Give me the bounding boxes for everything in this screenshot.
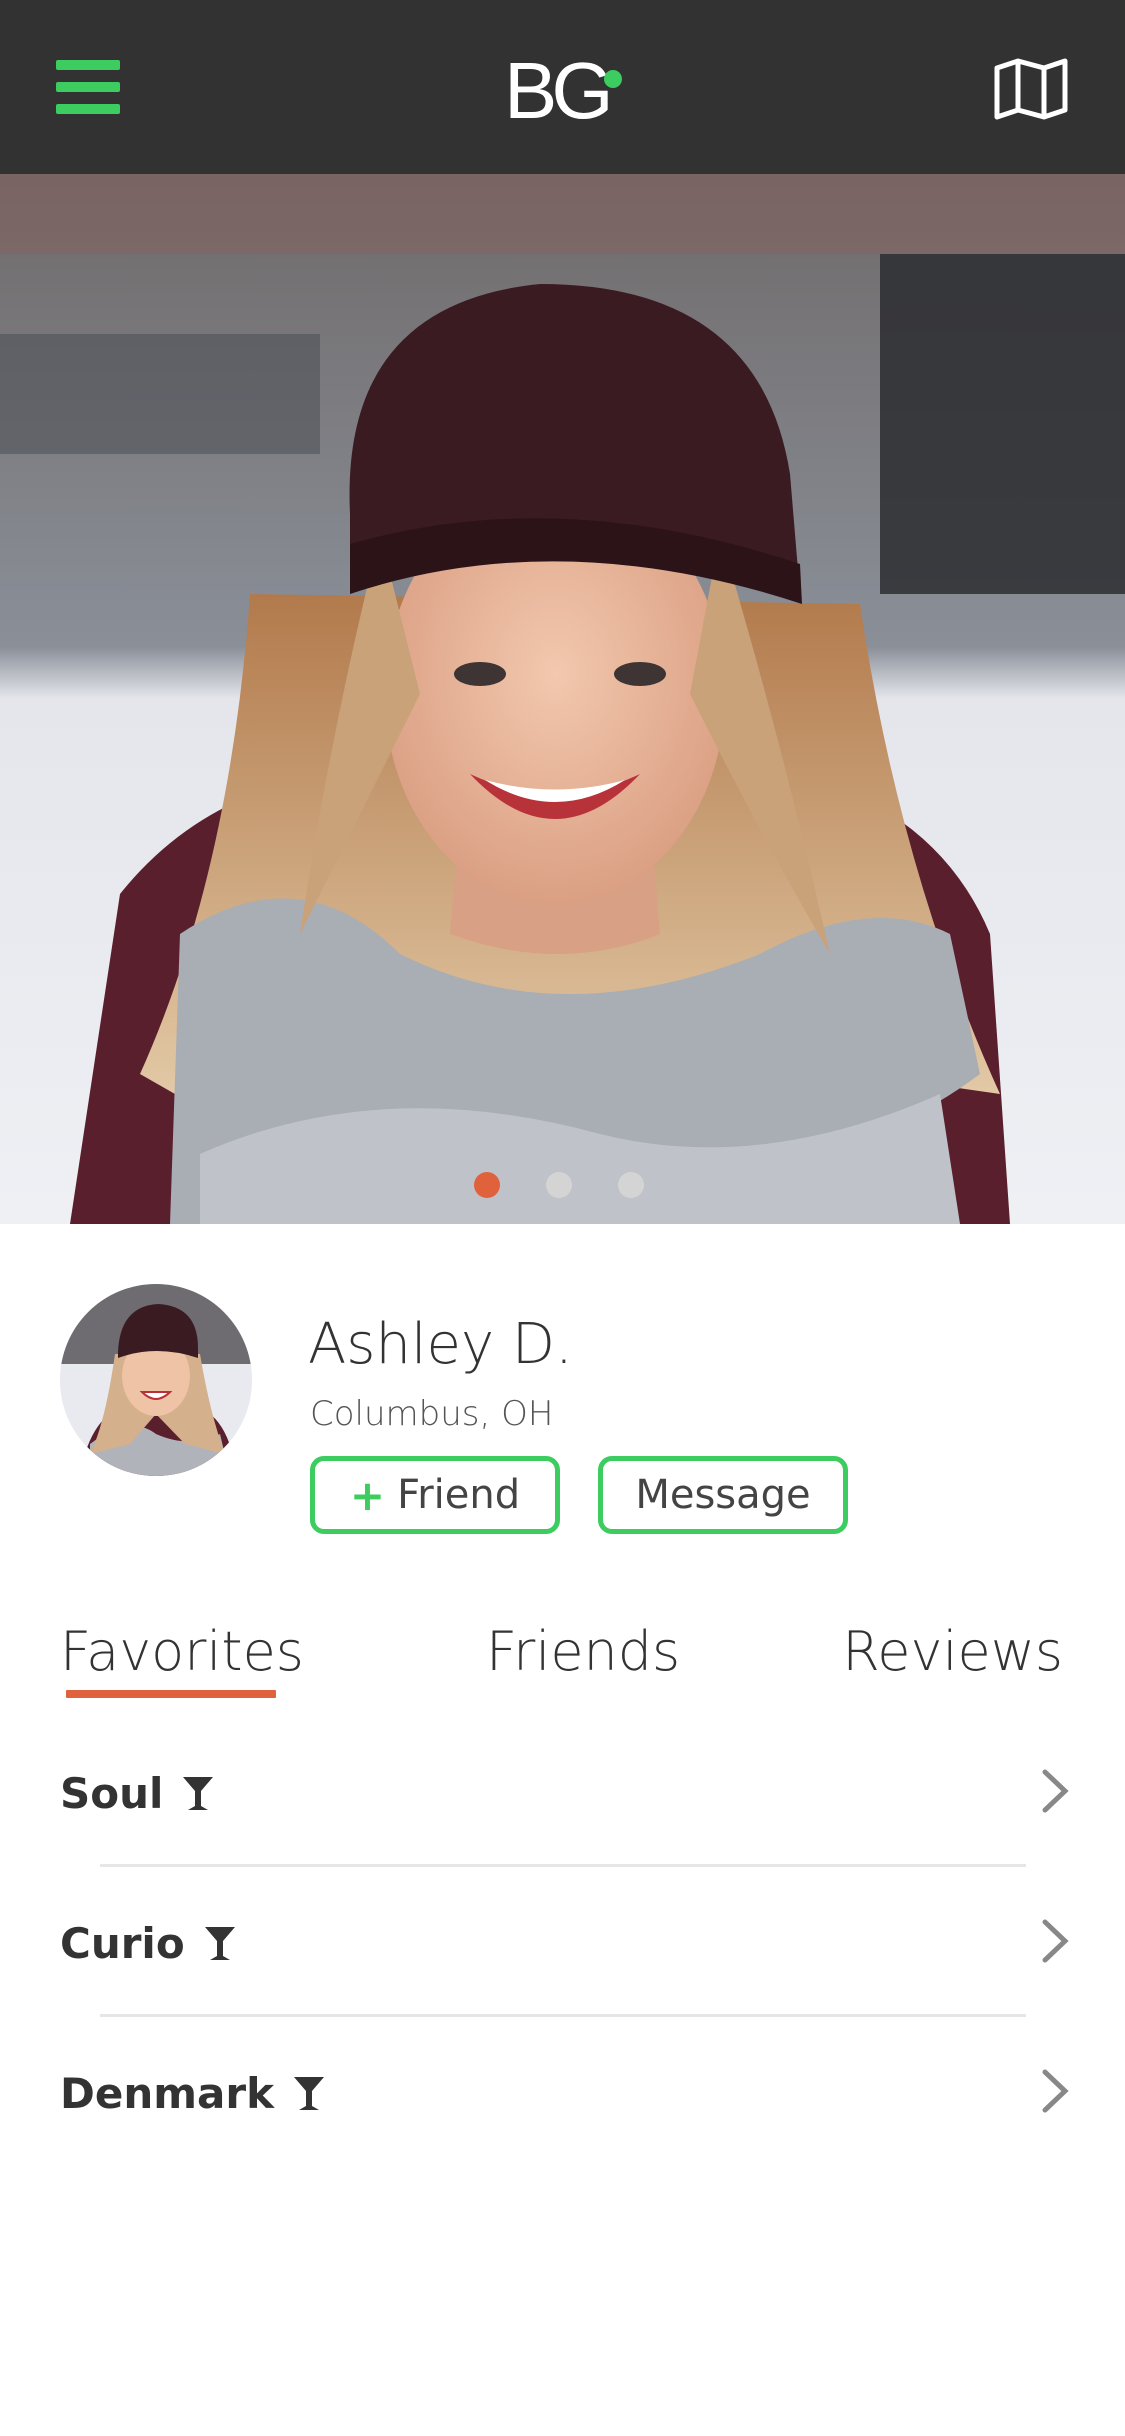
cocktail-glass-icon	[181, 1771, 215, 1811]
cocktail-glass-icon	[292, 2071, 326, 2111]
list-item-label: Curio	[60, 1916, 237, 1972]
message-label: Message	[635, 1472, 811, 1518]
profile-name: Ashley D.	[308, 1312, 573, 1377]
carousel-dot-3[interactable]	[618, 1172, 644, 1198]
profile-hero-photo[interactable]	[0, 174, 1125, 1224]
add-friend-label: Friend	[397, 1472, 521, 1518]
list-item-label: Soul	[60, 1766, 215, 1822]
profile-location: Columbus, OH	[310, 1394, 554, 1434]
hamburger-menu-icon[interactable]	[56, 60, 120, 114]
tab-reviews[interactable]: Reviews	[842, 1618, 1063, 1686]
app-header: BG	[0, 0, 1125, 174]
carousel-indicator	[474, 1172, 664, 1198]
message-button[interactable]: Message	[598, 1456, 848, 1534]
list-item-curio[interactable]: Curio	[0, 1868, 1125, 2018]
logo-dot	[604, 70, 622, 88]
favorite-name: Curio	[60, 1919, 185, 1968]
tab-favorites[interactable]: Favorites	[60, 1618, 304, 1686]
carousel-dot-2[interactable]	[546, 1172, 572, 1198]
chevron-right-icon	[1041, 1918, 1069, 1964]
chevron-right-icon	[1041, 1768, 1069, 1814]
logo-text: BG	[504, 46, 614, 135]
list-item-label: Denmark	[60, 2066, 326, 2122]
app-logo: BG	[500, 46, 640, 136]
map-icon[interactable]	[994, 58, 1068, 120]
add-friend-button[interactable]: + Friend	[310, 1456, 560, 1534]
active-tab-underline	[66, 1690, 276, 1698]
favorite-name: Denmark	[60, 2069, 274, 2118]
list-item-soul[interactable]: Soul	[0, 1718, 1125, 1868]
chevron-right-icon	[1041, 2068, 1069, 2114]
plus-icon: +	[349, 1470, 386, 1520]
favorite-name: Soul	[60, 1769, 164, 1818]
cocktail-glass-icon	[203, 1921, 237, 1961]
divider	[100, 2014, 1026, 2017]
divider	[100, 1864, 1026, 1867]
carousel-dot-1[interactable]	[474, 1172, 500, 1198]
tab-friends[interactable]: Friends	[486, 1618, 680, 1686]
avatar[interactable]	[60, 1284, 252, 1476]
list-item-denmark[interactable]: Denmark	[0, 2018, 1125, 2168]
